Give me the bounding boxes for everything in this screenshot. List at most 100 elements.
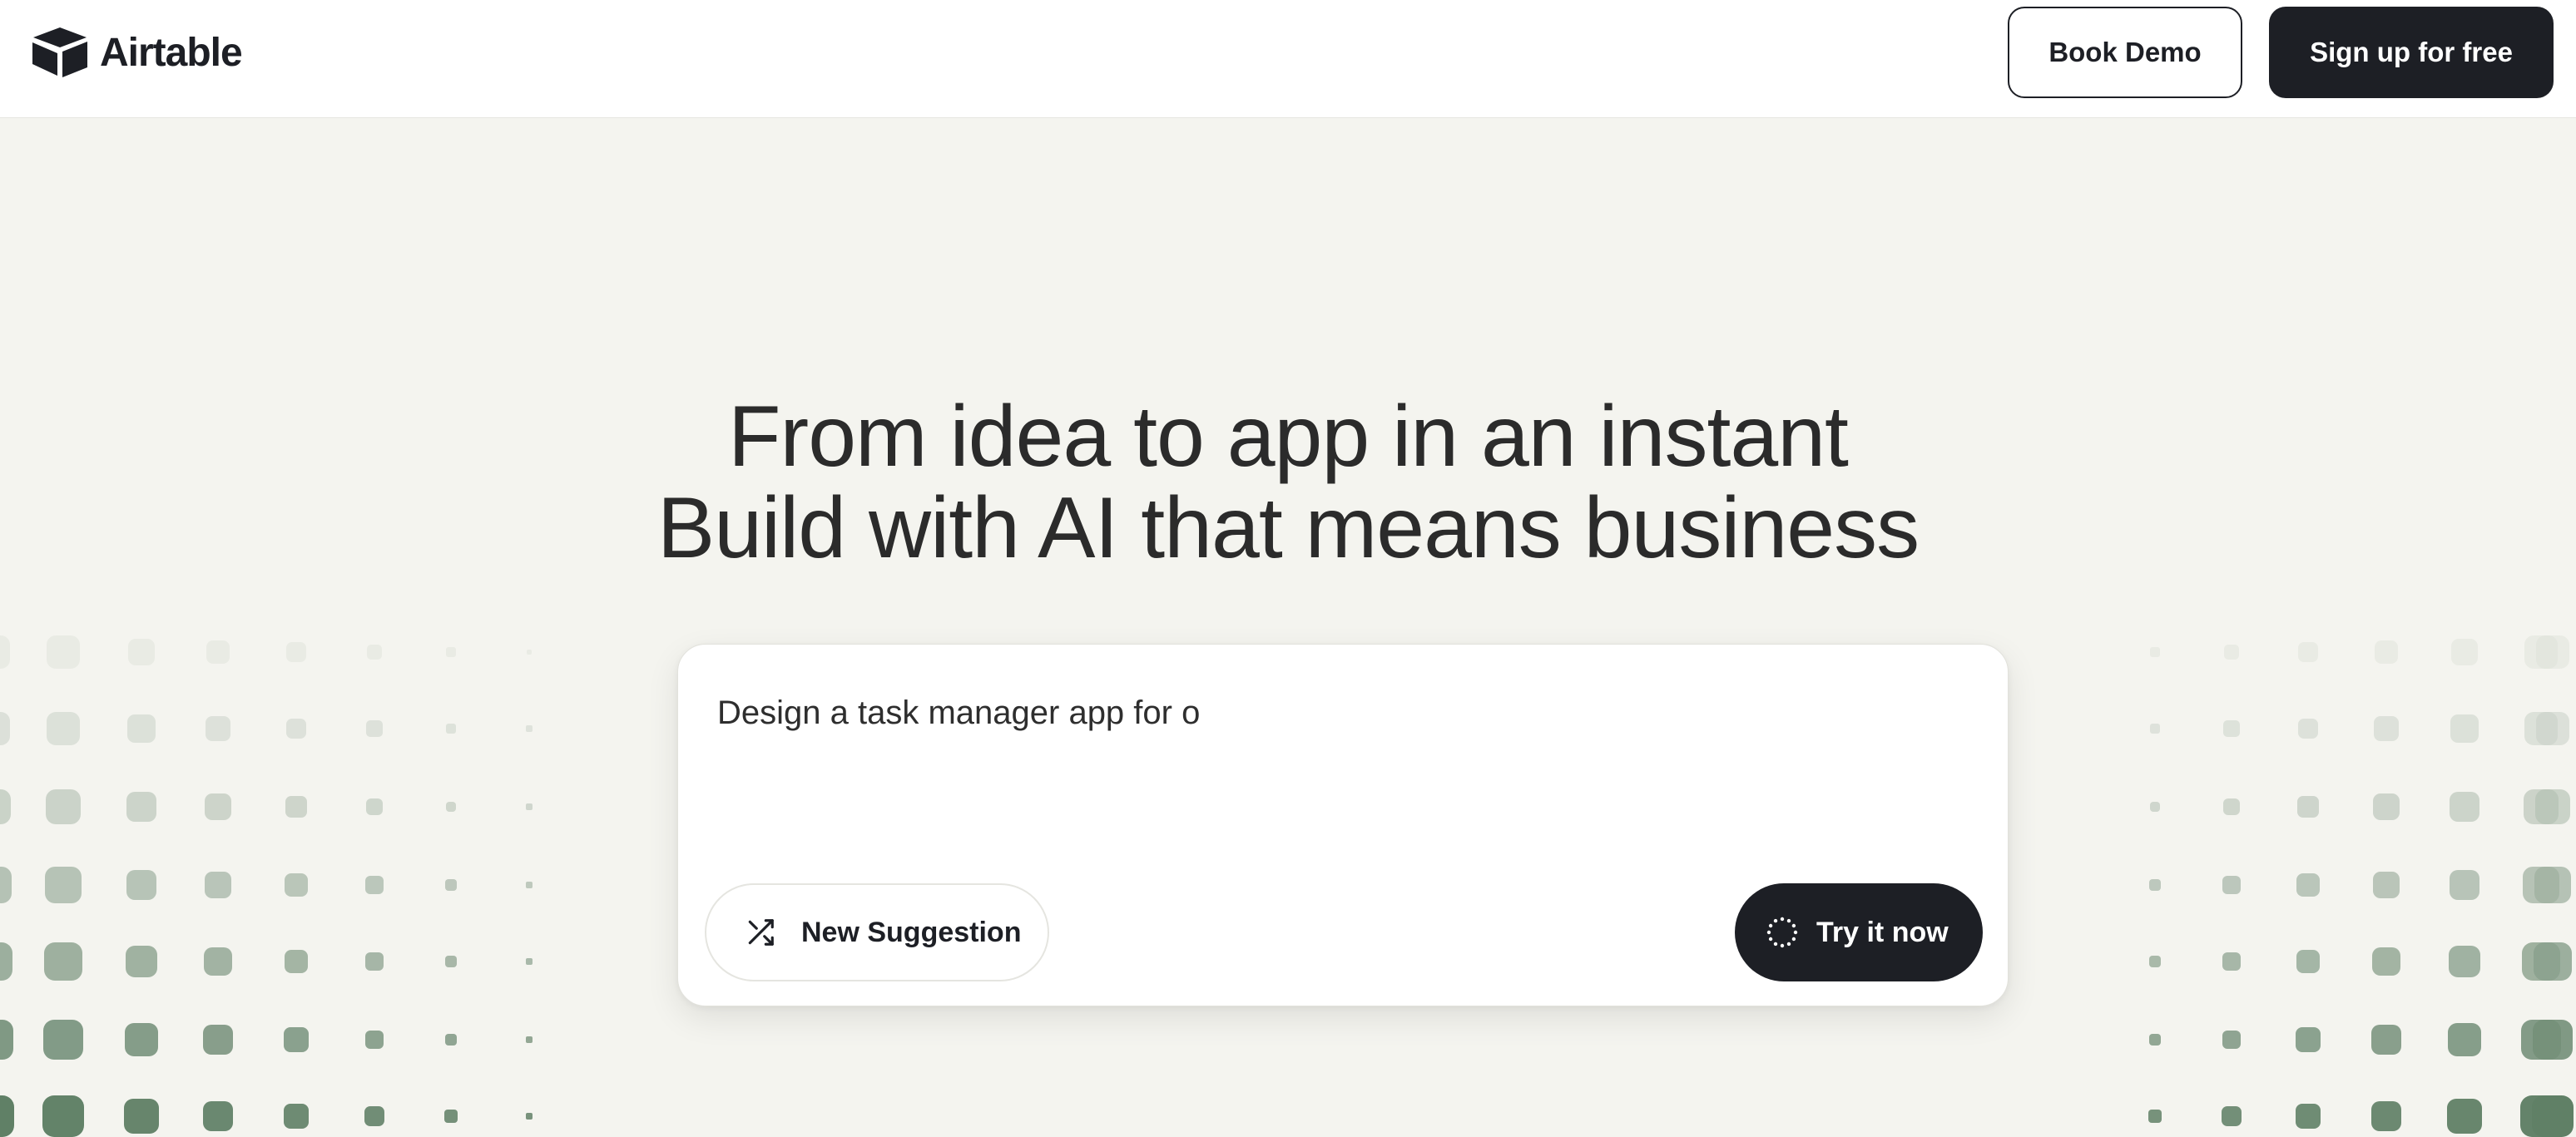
new-suggestion-button[interactable]: New Suggestion <box>705 883 1049 981</box>
pattern-dot <box>2148 1033 2162 1046</box>
pattern-dot <box>2371 1025 2401 1055</box>
pattern-dot <box>43 1020 83 1060</box>
airtable-logo-icon <box>32 27 87 77</box>
pattern-dot <box>2223 720 2240 737</box>
pattern-dot <box>2297 796 2319 818</box>
pattern-dot <box>202 1100 234 1132</box>
pattern-dot <box>0 635 10 669</box>
pattern-dot <box>286 642 306 662</box>
pattern-dot <box>444 1033 458 1046</box>
right-dot-pattern <box>2130 615 2576 1137</box>
pattern-dot <box>2450 714 2479 743</box>
pattern-dot <box>42 1095 84 1137</box>
pattern-dot <box>285 718 307 739</box>
pattern-dot <box>205 715 231 742</box>
pattern-dot <box>0 942 13 981</box>
pattern-dot <box>43 942 83 981</box>
prompt-input[interactable]: Design a task manager app for o <box>717 695 1200 732</box>
pattern-dot <box>364 952 384 971</box>
pattern-dot <box>2374 640 2399 665</box>
spinner-icon <box>1766 917 1798 948</box>
pattern-dot <box>2149 723 2161 734</box>
pattern-dot <box>2149 801 2161 813</box>
pattern-dot <box>2448 945 2481 978</box>
pattern-dot <box>2296 873 2320 897</box>
pattern-dot <box>2222 1030 2242 1050</box>
pattern-dot <box>365 876 384 894</box>
pattern-dot <box>2535 711 2570 746</box>
pattern-dot <box>0 711 11 746</box>
pattern-dot <box>526 882 533 888</box>
try-it-now-label: Try it now <box>1816 916 1949 948</box>
pattern-dot <box>525 1036 533 1044</box>
pattern-dot <box>203 947 233 976</box>
pattern-dot <box>205 793 231 820</box>
pattern-dot <box>127 714 156 743</box>
pattern-dot <box>2149 879 2161 891</box>
pattern-dot <box>2450 792 2479 822</box>
pattern-dot <box>364 1106 384 1126</box>
pattern-dot <box>366 720 383 737</box>
new-suggestion-label: New Suggestion <box>801 916 1022 948</box>
pattern-dot <box>2298 642 2318 662</box>
pattern-dot <box>125 945 158 978</box>
pattern-dot <box>445 723 457 734</box>
pattern-dot <box>444 1110 458 1123</box>
pattern-dot <box>2370 1100 2402 1132</box>
pattern-dot <box>285 873 308 897</box>
hero-headline: From idea to app in an instant Build wit… <box>0 391 2576 574</box>
pattern-dot <box>2533 942 2573 981</box>
pattern-dot <box>2150 647 2160 657</box>
pattern-dot <box>44 866 82 904</box>
pattern-dot <box>2536 635 2569 669</box>
pattern-dot <box>125 1023 158 1056</box>
pattern-dot <box>2148 955 2161 967</box>
hero-line-1: From idea to app in an instant <box>728 388 1849 485</box>
pattern-dot <box>126 792 156 822</box>
pattern-dot <box>204 871 232 899</box>
pattern-dot <box>2297 718 2319 739</box>
pattern-dot <box>526 803 533 810</box>
pattern-dot <box>445 801 457 813</box>
pattern-dot <box>2222 876 2241 894</box>
pattern-dot <box>206 640 230 665</box>
pattern-dot <box>126 869 157 901</box>
pattern-dot <box>2296 949 2321 974</box>
book-demo-button[interactable]: Book Demo <box>2008 7 2242 98</box>
airtable-logo[interactable]: Airtable <box>30 25 243 80</box>
pattern-dot <box>2447 1099 2482 1134</box>
pattern-dot <box>526 725 533 732</box>
pattern-dot <box>203 1025 233 1055</box>
pattern-dot <box>0 866 12 904</box>
pattern-dot <box>2450 638 2479 666</box>
pattern-dot <box>444 955 457 967</box>
pattern-dot <box>2372 871 2400 899</box>
pattern-dot <box>2373 793 2400 820</box>
pattern-dot <box>2148 1110 2162 1123</box>
sign-up-button[interactable]: Sign up for free <box>2269 7 2554 98</box>
left-dot-pattern <box>0 615 582 1137</box>
pattern-dot <box>127 638 156 666</box>
pattern-dot <box>283 1103 310 1130</box>
try-it-now-button[interactable]: Try it now <box>1735 883 1983 981</box>
pattern-dot <box>46 711 81 746</box>
pattern-dot <box>526 649 533 655</box>
pattern-dot <box>0 788 12 825</box>
pattern-dot <box>2222 1106 2242 1126</box>
pattern-dot <box>2296 1027 2321 1052</box>
pattern-dot <box>2534 788 2571 825</box>
pattern-dot <box>285 796 307 818</box>
pattern-dot <box>0 1020 13 1060</box>
pattern-dot <box>45 788 82 825</box>
pattern-dot <box>124 1099 159 1134</box>
prompt-card: Design a task manager app for o New Sugg… <box>677 644 2009 1006</box>
pattern-dot <box>2373 715 2400 742</box>
pattern-dot <box>2222 798 2241 816</box>
pattern-dot <box>365 798 384 816</box>
pattern-dot <box>2532 1095 2574 1137</box>
pattern-dot <box>0 1095 14 1137</box>
pattern-dot <box>364 1030 384 1050</box>
pattern-dot <box>525 1112 533 1120</box>
shuffle-icon <box>745 917 776 948</box>
pattern-dot <box>446 647 456 657</box>
